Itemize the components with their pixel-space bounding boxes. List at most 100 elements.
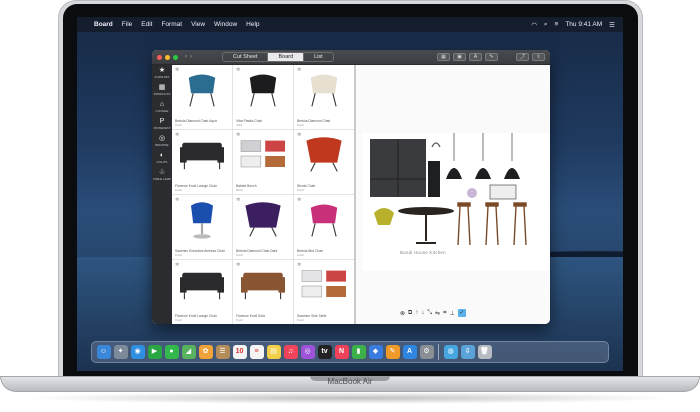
image-icon[interactable]: ▣ [453, 53, 466, 61]
export-icon[interactable]: ⇪ [532, 53, 545, 61]
numbers-icon[interactable]: ▮ [351, 345, 366, 359]
pen-icon[interactable]: ✎ [485, 53, 498, 61]
product-card[interactable]: ✲ Bertoia Diamond Chair Aqua Knoll [172, 65, 232, 129]
product-card[interactable]: ✲ Babled Bench Bowl [233, 130, 293, 194]
product-image [241, 272, 285, 300]
menu-file[interactable]: File [122, 21, 132, 28]
product-brand: Knoll [175, 123, 182, 127]
menu-window[interactable]: Window [214, 21, 237, 28]
news-icon[interactable]: N [334, 345, 349, 359]
product-card[interactable]: ✲ Florence Knoll Lounge Chair Knoll [172, 260, 232, 324]
notes-icon[interactable]: ▤ [266, 345, 281, 359]
close-button[interactable] [157, 54, 162, 60]
sidebar-item-label: PINTEREST [153, 126, 171, 130]
facetime-icon[interactable]: ▶ [147, 345, 162, 359]
product-name: Saarinen Executive Armless Chair [175, 249, 225, 253]
control-center-icon[interactable]: ≡ [555, 21, 559, 28]
music-icon[interactable]: ♫ [283, 345, 298, 359]
menu-view[interactable]: View [191, 21, 205, 28]
product-brand: Knoll [236, 318, 243, 322]
sidebar-item-2[interactable]: ⌂ LOUNGE [152, 99, 172, 116]
tab-board[interactable]: Board [268, 53, 305, 61]
product-card[interactable]: ✲ Vitra Plastic Chair Vitra [233, 65, 293, 129]
star-icon: ★ [158, 67, 166, 74]
reminders-icon[interactable]: ≡ [249, 345, 264, 359]
pages-icon[interactable]: ✎ [385, 345, 400, 359]
crop-icon[interactable]: ⌗ [443, 310, 446, 317]
close-circle-icon[interactable]: ⊗ [400, 310, 405, 317]
dining-table-image [398, 207, 454, 215]
send-backward-icon[interactable]: ↓ [421, 310, 424, 316]
menu-format[interactable]: Format [161, 21, 182, 28]
launchpad-icon[interactable]: ✦ [113, 345, 128, 359]
done-checkbox-icon[interactable]: ✓ [457, 309, 466, 317]
sidebar-item-label: TABLE LAMP [152, 177, 172, 181]
tile-swatch [489, 184, 517, 200]
podcasts-icon[interactable]: ◎ [300, 345, 315, 359]
text-icon[interactable]: A [469, 53, 482, 61]
product-card[interactable]: ✲ Bertoia Diamond Chair Dark Knoll [233, 195, 293, 259]
product-card[interactable]: ✲ Womb Chair Knoll [294, 130, 354, 194]
sidebar-item-5[interactable]: ◐ LIGHTS [152, 150, 172, 167]
contacts-icon[interactable]: ☰ [215, 345, 230, 359]
messages-icon[interactable]: ● [164, 345, 179, 359]
oven-image [428, 161, 440, 197]
product-image [306, 137, 342, 172]
product-card[interactable]: ✲ Saarinen Side Table Knoll [294, 260, 354, 324]
notification-icon[interactable]: ☰ [609, 21, 615, 29]
minimize-button[interactable] [165, 54, 170, 60]
search-icon[interactable]: ⌕ [544, 21, 548, 29]
duplicate-icon[interactable]: ⧉ [408, 310, 412, 317]
bar-stools-image [457, 202, 527, 246]
menu-edit[interactable]: Edit [141, 21, 152, 28]
bring-forward-icon[interactable]: ↑ [415, 310, 418, 316]
menu-help[interactable]: Help [246, 21, 259, 28]
photos-icon[interactable]: ✿ [198, 345, 213, 359]
flip-icon[interactable]: ⇋ [435, 310, 440, 317]
app-store-icon[interactable]: A [402, 345, 417, 359]
back-icon[interactable]: ‹ [185, 54, 187, 60]
safari-icon[interactable]: ◉ [130, 345, 145, 359]
product-image [191, 202, 213, 239]
resize-icon[interactable]: ⤡ [427, 310, 432, 317]
board-icon[interactable]: ◍ [443, 345, 458, 359]
sidebar-item-4[interactable]: ◎ BROWSE [152, 133, 172, 150]
zoom-button[interactable] [173, 54, 178, 60]
calendar-icon[interactable]: 10 [232, 345, 247, 359]
board-canvas[interactable]: Bondi House Kitchen [362, 133, 550, 271]
product-card[interactable]: ✲ Bertoia Bird Chair Knoll [294, 195, 354, 259]
sidebar-item-6[interactable]: ♧ TABLE LAMP [152, 167, 172, 184]
tab-list[interactable]: List [304, 53, 333, 61]
board-caption[interactable]: Bondi House Kitchen [400, 250, 446, 255]
product-card[interactable]: ✲ Florence Knoll Lounge Chair Knoll [172, 130, 232, 194]
product-card[interactable]: ✲ Florence Knoll Sofa Knoll [233, 260, 293, 324]
menu-app-name[interactable]: Board [94, 21, 113, 28]
downloads-icon[interactable]: ⇩ [460, 345, 475, 359]
yellow-chair-image [374, 208, 394, 225]
maps-icon[interactable]: ◢ [181, 345, 196, 359]
trash-icon[interactable]: 🗑 [477, 345, 492, 359]
tab-cut-sheet[interactable]: Cut Sheet [223, 53, 269, 61]
product-brand: Knoll [175, 318, 182, 322]
keynote-icon[interactable]: ◆ [368, 345, 383, 359]
product-image [245, 202, 281, 237]
finder-icon[interactable]: ☺ [96, 345, 111, 359]
window-toolbar: ‹ › Cut Sheet Board List ▦ ▣ A ✎ ⤴ ⇪ [152, 50, 550, 65]
share-icon[interactable]: ⤴ [516, 53, 529, 61]
product-card[interactable]: ✲ Bertoia Diamond Chair Knoll [294, 65, 354, 129]
pin-icon[interactable]: ⊥ [450, 310, 455, 317]
sidebar-item-1[interactable]: ▦ PRODUCTS [152, 82, 172, 99]
product-brand: Knoll [297, 253, 304, 257]
sidebar-item-0[interactable]: ★ FURN-MIX [152, 65, 172, 82]
sidebar-item-3[interactable]: P PINTEREST [152, 116, 172, 133]
product-image [180, 272, 224, 300]
tv-icon[interactable]: tv [317, 345, 332, 359]
product-card[interactable]: ✲ Saarinen Executive Armless Chair Knoll [172, 195, 232, 259]
settings-icon[interactable]: ⚙ [419, 345, 434, 359]
laptop-shadow [20, 392, 680, 404]
wifi-icon[interactable]: ◠ [531, 21, 537, 29]
grid-view-icon[interactable]: ▦ [437, 53, 450, 61]
menu-clock[interactable]: Thu 9:41 AM [565, 21, 602, 28]
product-brand: Knoll [297, 318, 304, 322]
forward-icon[interactable]: › [190, 54, 192, 60]
